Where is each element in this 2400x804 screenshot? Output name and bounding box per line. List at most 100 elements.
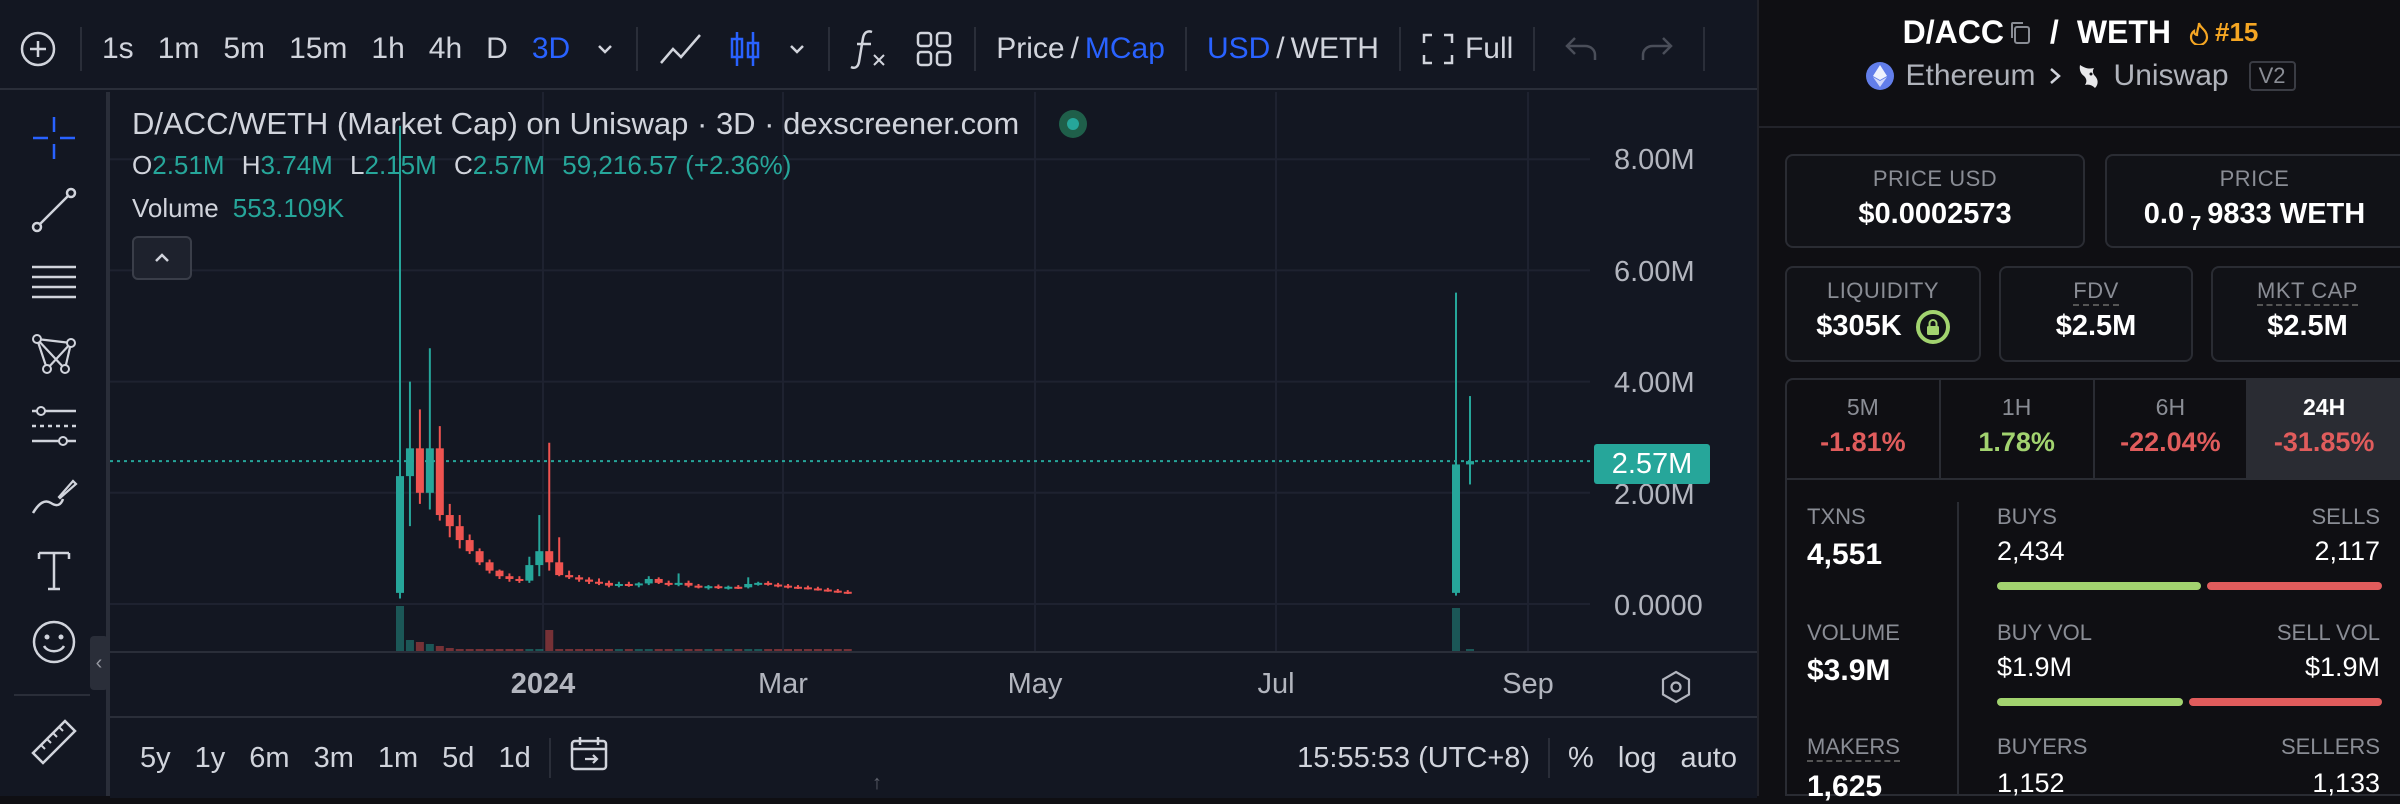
go-to-date-button[interactable]: [557, 735, 621, 781]
interval-15m[interactable]: 15m: [277, 10, 359, 88]
candle-body: [1466, 461, 1474, 465]
interval-dropdown-button[interactable]: [582, 38, 628, 60]
percent-scale-toggle[interactable]: %: [1556, 742, 1606, 775]
currency-toggle[interactable]: USD / WETH: [1195, 10, 1391, 88]
buy-vol-label: BUY VOL: [1997, 620, 2092, 645]
tab-6h[interactable]: 6H -22.04%: [2095, 380, 2249, 478]
range-5d[interactable]: 5d: [430, 742, 486, 775]
line-chart-button[interactable]: [646, 29, 716, 69]
collapse-legend-button[interactable]: [132, 236, 192, 280]
mktcap-card: MKT CAP $2.5M: [2211, 266, 2400, 362]
crosshair-tool[interactable]: [24, 108, 84, 168]
clock-time[interactable]: 15:55:53 (UTC+8): [1285, 742, 1542, 775]
mktcap-value: $2.5M: [2267, 310, 2348, 342]
sell-vol-label: SELL VOL: [2276, 620, 2380, 645]
close-label: C: [453, 150, 473, 180]
x-tick-label: May: [1007, 668, 1063, 700]
sellers-label: SELLERS: [2280, 734, 2380, 759]
candle-body: [823, 589, 832, 592]
candle-body: [724, 586, 733, 589]
log-scale-toggle[interactable]: log: [1606, 742, 1669, 775]
volume-bar: [1452, 608, 1460, 652]
range-1d[interactable]: 1d: [486, 742, 542, 775]
boost-badge[interactable]: #15: [2189, 17, 2258, 48]
interval-1s[interactable]: 1s: [90, 10, 146, 88]
layouts-button[interactable]: [902, 29, 966, 69]
drawing-toolbar: [0, 92, 110, 796]
tab-1h[interactable]: 1H 1.78%: [1941, 380, 2095, 478]
tab-label: 6H: [2155, 394, 2186, 420]
price-usd-value: $0.0002573: [1858, 198, 2012, 230]
interval-1h[interactable]: 1h: [359, 10, 416, 88]
text-icon: [37, 551, 71, 591]
indicators-button[interactable]: [838, 27, 902, 71]
buyers-label: BUYERS: [1997, 734, 2088, 759]
range-3m[interactable]: 3m: [302, 742, 366, 775]
tab-label: 5M: [1846, 394, 1879, 420]
tab-5m[interactable]: 5M -1.81%: [1787, 380, 1941, 478]
trend-line-tool[interactable]: [24, 180, 84, 240]
range-1y[interactable]: 1y: [183, 742, 238, 775]
tab-24h[interactable]: 24H -31.85%: [2248, 380, 2400, 478]
toggle-slash: /: [1276, 32, 1285, 65]
toolbar-divider: [636, 27, 639, 71]
candles-chart-button[interactable]: [716, 29, 774, 69]
range-1m[interactable]: 1m: [366, 742, 430, 775]
auto-scale-toggle[interactable]: auto: [1669, 742, 1757, 775]
fib-tool[interactable]: [24, 252, 84, 312]
candle-body: [565, 575, 574, 578]
range-6m[interactable]: 6m: [237, 742, 301, 775]
brush-icon: [31, 479, 78, 514]
toolbar-divider: [1548, 738, 1551, 778]
candle-body: [535, 551, 544, 566]
settings-hexagon-icon: [1661, 670, 1691, 704]
sell-vol-bar: [2189, 698, 2382, 706]
measure-lines-icon: [32, 406, 76, 446]
chevron-down-icon: [598, 45, 613, 54]
text-tool[interactable]: [24, 540, 84, 600]
chart-settings-button[interactable]: [1660, 670, 1692, 709]
range-5y[interactable]: 5y: [110, 742, 183, 775]
candle-body: [555, 562, 564, 576]
interval-1m[interactable]: 1m: [146, 10, 212, 88]
pattern-tool[interactable]: [24, 324, 84, 384]
chart-type-dropdown-button[interactable]: [774, 38, 820, 60]
fullscreen-button[interactable]: Full: [1409, 10, 1525, 88]
forecast-tool[interactable]: [24, 396, 84, 456]
redo-button[interactable]: [1619, 34, 1695, 64]
copy-icon[interactable]: [2008, 20, 2032, 46]
collapse-toolbar-button[interactable]: ‹: [90, 636, 108, 690]
price-mcap-toggle[interactable]: Price / MCap: [984, 10, 1177, 88]
makers-label[interactable]: MAKERS: [1807, 734, 1900, 762]
brush-tool[interactable]: [24, 468, 84, 528]
base-token: D/ACC: [1902, 14, 2004, 50]
mktcap-label[interactable]: MKT CAP: [2257, 278, 2358, 306]
dex-name[interactable]: Uniswap: [2114, 59, 2229, 93]
trade-stats: TXNS 4,551 BUYS 2,434 SELLS 2,117 VOLUME…: [1785, 480, 2400, 803]
candle-body: [734, 586, 743, 589]
emoji-tool[interactable]: [24, 612, 84, 672]
undo-button[interactable]: [1543, 34, 1619, 64]
volume-bar: [545, 630, 554, 652]
txns-label: TXNS: [1807, 504, 1866, 529]
chain-name[interactable]: Ethereum: [1905, 59, 2035, 93]
ruler-tool[interactable]: [24, 712, 84, 772]
toolbar-divider: [974, 27, 977, 71]
interval-5m[interactable]: 5m: [211, 10, 277, 88]
scroll-up-icon: ↑: [872, 772, 882, 794]
lock-icon[interactable]: [1915, 310, 1950, 345]
interval-3d[interactable]: 3D: [520, 10, 582, 88]
chart-toolbar: 1s 1m 5m 15m 1h 4h D 3D Price / MCap USD…: [0, 10, 1757, 90]
interval-d[interactable]: D: [474, 10, 520, 88]
add-indicator-button[interactable]: [0, 29, 72, 69]
candle-body: [445, 515, 454, 527]
line-chart-icon: [660, 34, 702, 64]
interval-4h[interactable]: 4h: [417, 10, 474, 88]
candle-body: [485, 562, 494, 571]
buys-value: 2,434: [1997, 536, 2065, 566]
fdv-label[interactable]: FDV: [2073, 278, 2119, 306]
pair-slash: /: [2049, 14, 2059, 50]
toolbar-divider: [14, 694, 90, 696]
crosshair-icon: [33, 117, 75, 159]
open-value: 2.51M: [152, 150, 225, 180]
